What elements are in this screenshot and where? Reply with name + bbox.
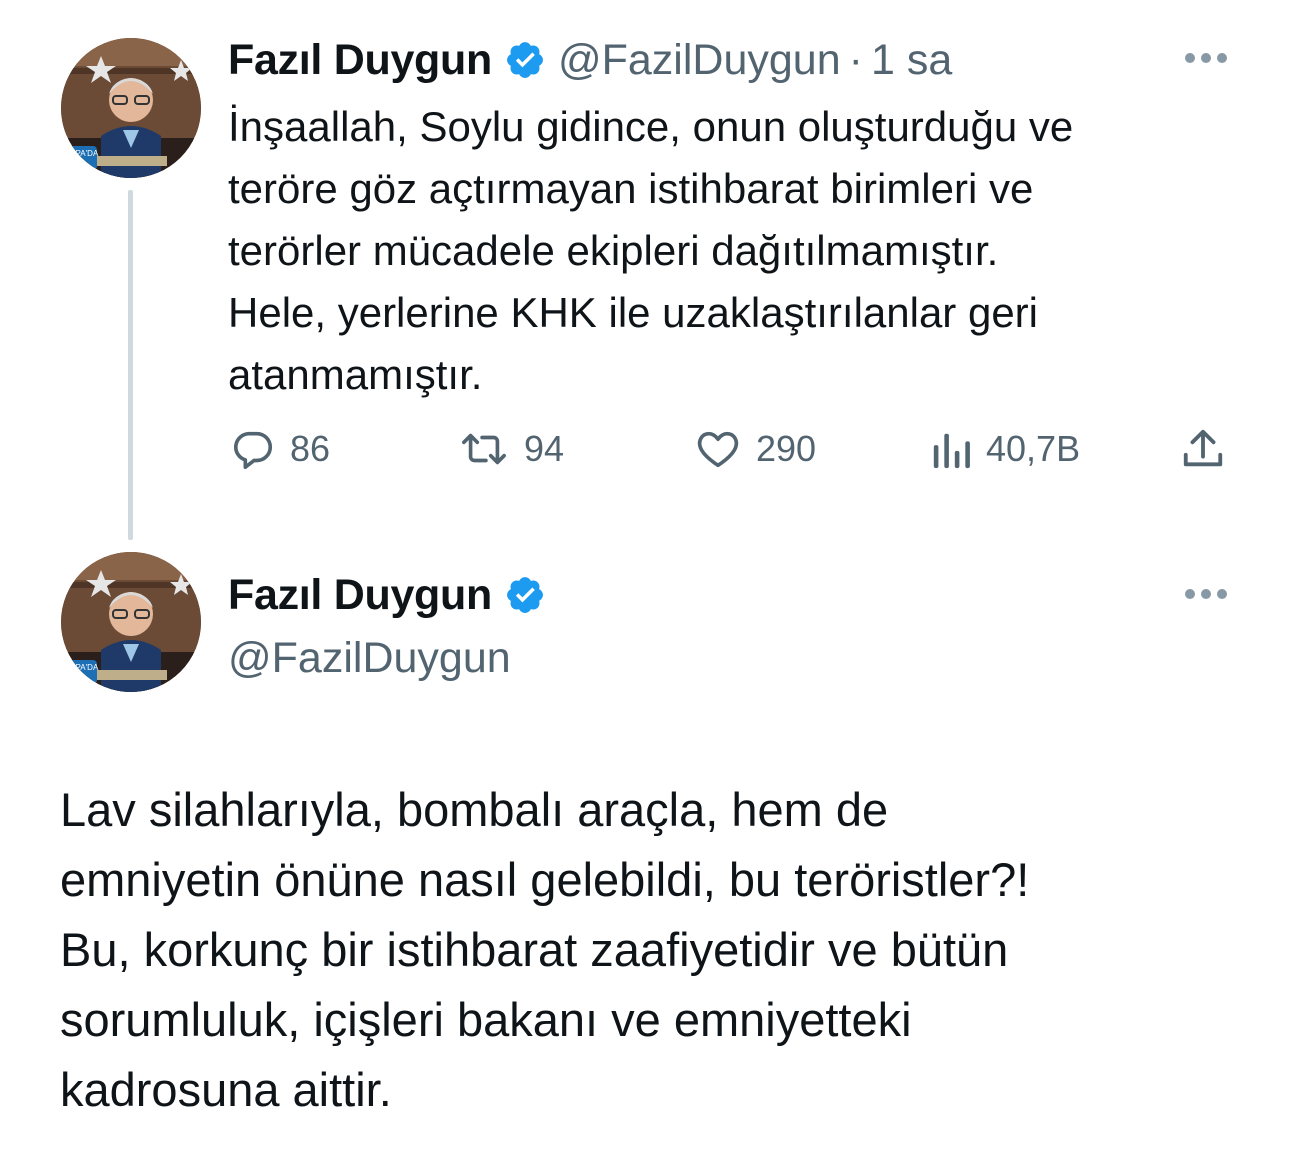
- tweet2-header: Fazıl Duygun: [228, 565, 546, 625]
- svg-text:RUPA'DA: RUPA'DA: [64, 149, 99, 158]
- reply-button[interactable]: 86: [230, 426, 330, 472]
- svg-text:EM: EM: [67, 159, 82, 170]
- author-avatar[interactable]: RUPA'DA EM: [61, 552, 201, 692]
- author-name[interactable]: Fazıl Duygun: [228, 571, 492, 620]
- avatar-photo: RUPA'DA EM: [61, 552, 201, 692]
- tweet-timestamp[interactable]: 1 sa: [871, 36, 952, 85]
- more-icon[interactable]: [1182, 586, 1230, 602]
- retweet-count: 94: [524, 428, 565, 469]
- author-name[interactable]: Fazıl Duygun: [228, 36, 492, 85]
- author-handle[interactable]: @FazilDuygun: [228, 630, 511, 686]
- more-icon[interactable]: [1182, 50, 1230, 66]
- like-count: 290: [756, 428, 817, 469]
- retweet-button[interactable]: 94: [458, 426, 564, 472]
- tweet2-text: Lav silahlarıyla, bombalı araçla, hem de…: [60, 783, 1030, 1116]
- like-icon: [697, 431, 739, 468]
- thread-connector-line: [128, 190, 133, 540]
- views-count: 40,7B: [986, 428, 1081, 469]
- svg-text:RUPA'DA: RUPA'DA: [64, 663, 99, 672]
- tweet1-text: İnşaallah, Soylu gidince, onun oluşturdu…: [228, 103, 1074, 398]
- avatar-photo: RUPA'DA EM: [61, 38, 201, 178]
- reply-count: 86: [290, 428, 331, 469]
- author-handle[interactable]: @FazilDuygun: [558, 36, 841, 85]
- author-avatar[interactable]: RUPA'DA EM: [61, 38, 201, 178]
- retweet-icon: [462, 433, 506, 465]
- reply-icon: [233, 431, 273, 470]
- tweet1-header: Fazıl Duygun @FazilDuygun · 1 sa: [228, 30, 952, 90]
- separator-dot: ·: [848, 35, 863, 84]
- verified-badge-icon: [507, 577, 543, 613]
- views-icon: [933, 433, 970, 469]
- svg-text:EM: EM: [67, 673, 82, 684]
- share-icon[interactable]: [1180, 426, 1226, 472]
- verified-badge-icon: [507, 42, 543, 78]
- views-button[interactable]: 40,7B: [930, 426, 1080, 472]
- like-button[interactable]: 290: [694, 426, 816, 472]
